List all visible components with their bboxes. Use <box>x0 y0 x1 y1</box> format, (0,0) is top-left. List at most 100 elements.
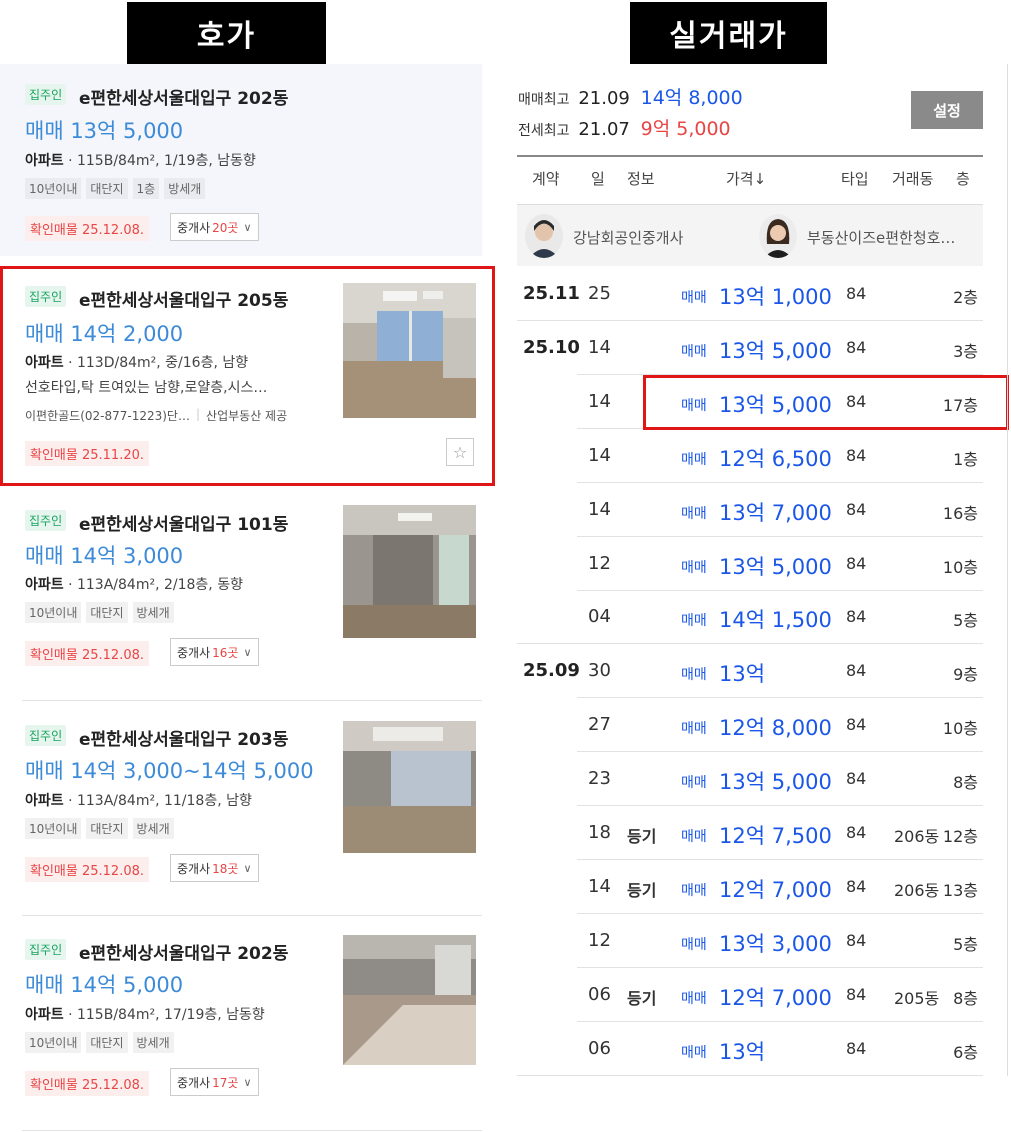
confirmed-listing-date: 확인매물 25.12.08. <box>25 641 149 666</box>
deal-dong: 206동 <box>894 880 940 900</box>
listing-title[interactable]: e편한세상서울대입구 202동 <box>79 84 288 109</box>
agent-strip: 강남회공인중개사 부동산이즈e편한청호… <box>517 204 983 266</box>
contract-year-month: 25.09 <box>523 660 580 682</box>
contract-day: 12 <box>588 552 611 574</box>
listing-card[interactable]: 집주인 e편한세상서울대입구 101동 매매 14억 3,000 아파트 · 1… <box>0 498 482 698</box>
broker-count-button[interactable]: 중개사 18곳 ∨ <box>170 854 259 882</box>
agent-avatar[interactable] <box>525 214 563 258</box>
listing-panel: 집주인 e편한세상서울대입구 202동 매매 13억 5,000 아파트 · 1… <box>0 64 500 1132</box>
contract-day: 04 <box>588 606 611 628</box>
contract-day: 06 <box>588 1037 611 1059</box>
owner-badge: 집주인 <box>25 510 67 531</box>
deal-kind: 매매 <box>681 505 707 522</box>
registration-info: 등기 <box>627 827 657 846</box>
floor: 16층 <box>942 503 978 523</box>
property-type: 아파트 <box>25 577 64 593</box>
tag: 방세개 <box>164 178 206 199</box>
header-info: 정보 <box>627 170 655 188</box>
tag: 대단지 <box>86 818 128 839</box>
max-sale-label: 매매최고 <box>518 92 570 108</box>
deal-price: 13억 5,000 <box>719 338 832 363</box>
contract-day: 18 <box>588 822 611 843</box>
broker-count-button[interactable]: 중개사 16곳 ∨ <box>170 638 259 666</box>
tag: 대단지 <box>86 1032 128 1053</box>
tag: 10년이내 <box>25 178 82 199</box>
listing-photo[interactable] <box>343 935 476 1065</box>
tag: 방세개 <box>132 1032 174 1053</box>
deal-price: 13억 <box>719 662 766 687</box>
spec-text: · 113A/84m², 11/18층, 남향 <box>63 793 252 809</box>
transaction-row[interactable]: 14 등기 매매 12억 7,000 84 206동 13층 <box>517 860 983 914</box>
deal-kind: 매매 <box>681 721 707 738</box>
tag: 10년이내 <box>25 818 82 839</box>
spec-text: · 113A/84m², 2/18층, 동향 <box>63 577 243 593</box>
floor: 8층 <box>953 988 978 1008</box>
chevron-down-icon: ∨ <box>243 645 252 659</box>
contract-day: 30 <box>588 660 611 682</box>
transaction-row[interactable]: 06 매매 13억 84 6층 <box>517 1022 983 1076</box>
transaction-row[interactable]: 25.09 30 매매 13억 84 9층 <box>517 644 983 699</box>
contract-day: 25 <box>588 283 611 304</box>
deal-price: 13억 1,000 <box>719 285 832 309</box>
confirmed-listing-date: 확인매물 25.12.08. <box>25 216 149 241</box>
transaction-row[interactable]: 25.10 14 매매 13억 5,000 84 3층 <box>517 321 983 375</box>
confirmed-listing-date: 확인매물 25.12.08. <box>25 1071 149 1096</box>
agent-avatar[interactable] <box>759 214 797 258</box>
transaction-row[interactable]: 14 매매 12억 6,500 84 1층 <box>517 429 983 483</box>
deal-kind: 매매 <box>681 936 707 953</box>
listing-card[interactable]: 집주인 e편한세상서울대입구 203동 매매 14억 3,000~14억 5,0… <box>0 714 482 914</box>
floor: 10층 <box>942 719 978 739</box>
unit-type: 84 <box>846 823 867 842</box>
max-sale-price: 14억 8,000 <box>640 87 743 109</box>
listing-title[interactable]: e편한세상서울대입구 202동 <box>79 939 288 964</box>
broker-label: 중개사 <box>177 1075 211 1090</box>
max-jeonse-summary: 전세최고 21.07 9억 5,000 <box>518 114 731 141</box>
highlight-box-listing <box>0 266 495 486</box>
listing-photo[interactable] <box>343 721 476 853</box>
listing-title[interactable]: e편한세상서울대입구 203동 <box>79 725 288 750</box>
listing-card[interactable]: 집주인 e편한세상서울대입구 202동 매매 14억 5,000 아파트 · 1… <box>0 930 482 1130</box>
listing-price: 매매 14억 3,000~14억 5,000 <box>25 759 314 783</box>
agent-name[interactable]: 강남회공인중개사 <box>573 227 683 248</box>
tag: 대단지 <box>86 178 128 199</box>
settings-button[interactable]: 설정 <box>911 91 983 129</box>
floor: 13층 <box>942 880 978 900</box>
unit-type: 84 <box>846 930 867 950</box>
broker-count-button[interactable]: 중개사 17곳 ∨ <box>170 1068 259 1096</box>
listing-photo[interactable] <box>343 505 476 638</box>
table-top-border <box>517 155 983 157</box>
header-contract: 계약 <box>532 170 560 188</box>
contract-year-month: 25.10 <box>523 336 580 358</box>
agent-name[interactable]: 부동산이즈e편한청호… <box>807 227 955 248</box>
transaction-row[interactable]: 12 매매 13억 5,000 84 10층 <box>517 537 983 591</box>
transaction-row[interactable]: 27 매매 12억 8,000 84 10층 <box>517 698 983 753</box>
listing-spec: 아파트 · 115B/84m², 17/19층, 남동향 <box>25 1004 265 1024</box>
spec-text: · 115B/84m², 1/19층, 남동향 <box>63 153 256 169</box>
listing-title[interactable]: e편한세상서울대입구 101동 <box>79 510 288 535</box>
deal-kind: 매매 <box>681 343 707 360</box>
transaction-row[interactable]: 25.11 25 매매 13억 1,000 84 2층 <box>517 267 983 321</box>
transaction-row[interactable]: 12 매매 13억 3,000 84 5층 <box>517 914 983 968</box>
floor: 6층 <box>953 1042 978 1062</box>
header-floor: 층 <box>956 170 970 188</box>
transaction-row[interactable]: 23 매매 13억 5,000 84 8층 <box>517 752 983 807</box>
contract-day: 27 <box>588 714 611 736</box>
listing-spec: 아파트 · 115B/84m², 1/19층, 남동향 <box>25 150 256 170</box>
transaction-row[interactable]: 14 매매 13억 7,000 84 16층 <box>517 483 983 537</box>
highlight-box-transaction <box>643 375 1009 430</box>
transaction-row[interactable]: 18 등기 매매 12억 7,500 84 206동 12층 <box>517 806 983 860</box>
listing-card[interactable]: 집주인 e편한세상서울대입구 202동 매매 13억 5,000 아파트 · 1… <box>0 64 482 256</box>
max-sale-date: 21.09 <box>578 88 630 109</box>
deal-price: 13억 5,000 <box>719 770 832 795</box>
tag: 방세개 <box>132 602 174 623</box>
floor: 5층 <box>953 611 978 631</box>
transaction-row[interactable]: 06 등기 매매 12억 7,000 84 205동 8층 <box>517 968 983 1022</box>
deal-price: 14억 1,500 <box>719 608 832 633</box>
transaction-row[interactable]: 04 매매 14억 1,500 84 5층 <box>517 590 983 645</box>
confirmed-listing-date: 확인매물 25.12.08. <box>25 857 149 882</box>
deal-kind: 매매 <box>681 1044 707 1061</box>
header-price-sort[interactable]: 가격↓ <box>726 168 766 189</box>
broker-count-button[interactable]: 중개사 20곳 ∨ <box>170 213 259 241</box>
property-type: 아파트 <box>25 153 64 169</box>
floor: 5층 <box>953 934 978 954</box>
